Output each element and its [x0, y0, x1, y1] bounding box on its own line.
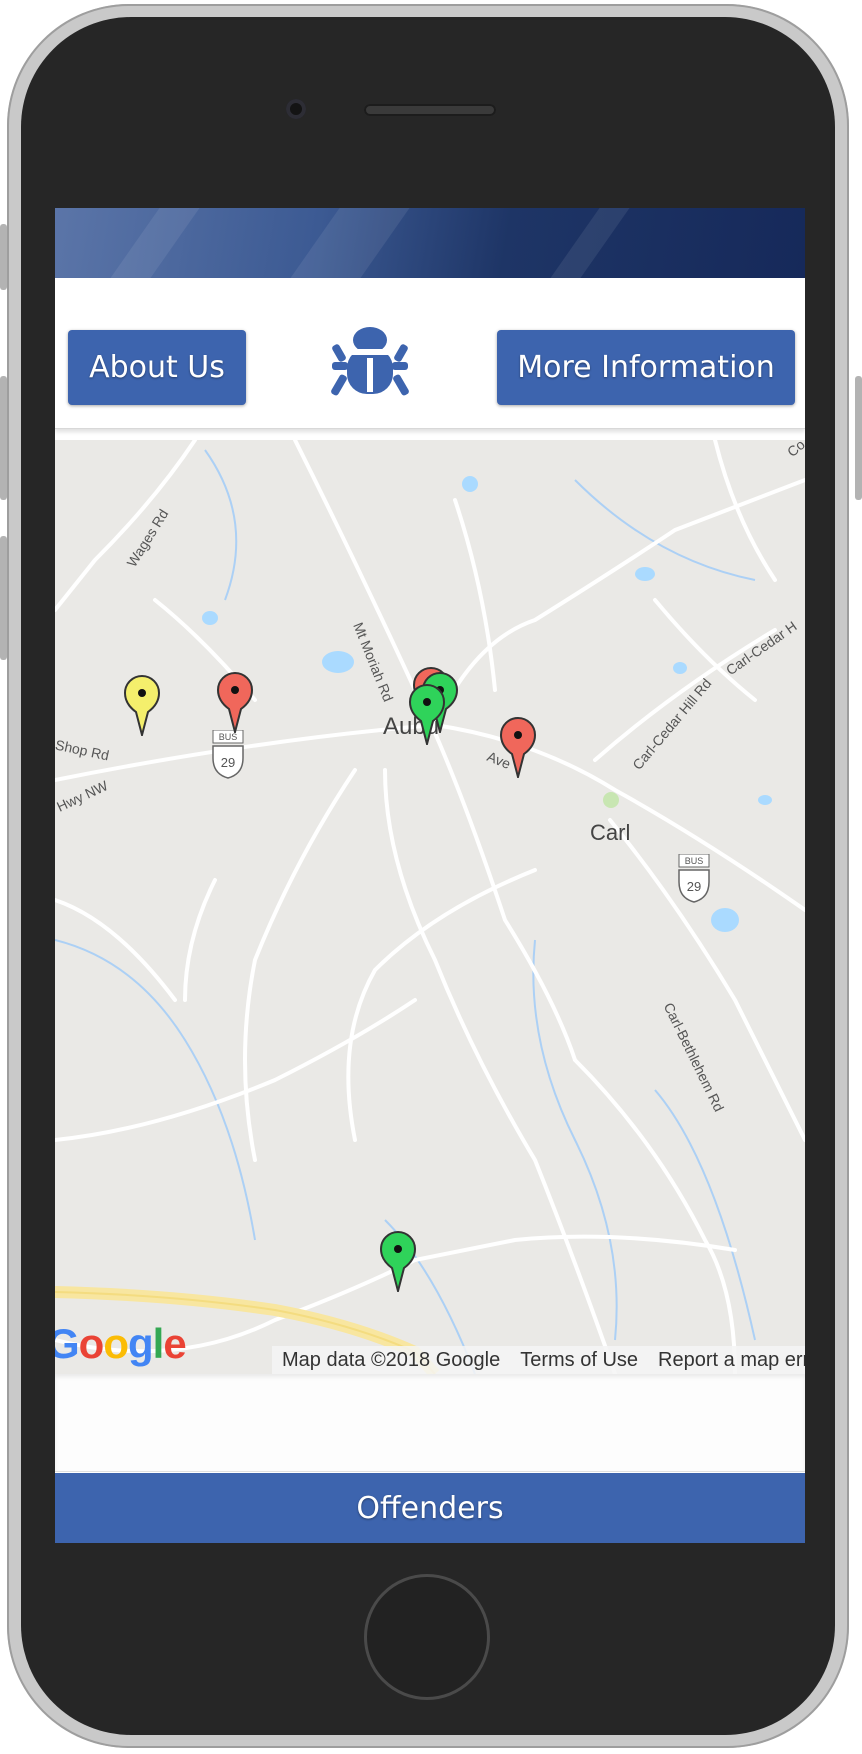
svg-text:BUS: BUS: [685, 856, 704, 866]
map-marker-red[interactable]: [499, 716, 537, 778]
front-camera: [286, 99, 306, 119]
svg-text:29: 29: [221, 755, 235, 770]
report-map-error-link[interactable]: Report a map err: [648, 1349, 805, 1372]
map-attribution: Map data ©2018 Google Terms of Use Repor…: [272, 1346, 805, 1374]
svg-text:BUS: BUS: [219, 732, 238, 742]
about-us-button[interactable]: About Us: [68, 330, 246, 405]
more-information-button[interactable]: More Information: [497, 330, 795, 405]
offenders-button[interactable]: Offenders: [55, 1473, 805, 1543]
app-screen: About Us More Information Wages Rd Mt Mo…: [55, 208, 805, 1543]
volume-down-button: [0, 536, 7, 660]
mute-switch: [0, 224, 7, 290]
map-label-carl: Carl: [590, 820, 631, 845]
svg-text:29: 29: [687, 879, 701, 894]
map-roads: [55, 440, 805, 1374]
power-button: [855, 376, 862, 500]
map-marker-yellow[interactable]: [123, 674, 161, 736]
map-marker-green[interactable]: [379, 1230, 417, 1292]
header-banner-image: [55, 208, 805, 278]
home-button[interactable]: [364, 1574, 490, 1700]
map-marker-red[interactable]: [216, 671, 254, 733]
route-29-shield-left: BUS 29: [212, 730, 244, 779]
map-data-credit: Map data ©2018 Google: [282, 1348, 501, 1371]
map-marker-green[interactable]: [408, 683, 446, 745]
map-view[interactable]: Wages Rd Mt Moriah Rd Aubu Shop Rd Hwy N…: [55, 440, 805, 1374]
content-area: [55, 1374, 805, 1472]
earpiece-speaker: [364, 104, 496, 116]
nav-bar: About Us More Information: [55, 278, 805, 429]
bug-icon[interactable]: [327, 318, 413, 408]
route-29-shield-right: BUS 29: [678, 854, 710, 903]
volume-up-button: [0, 376, 7, 500]
terms-of-use-link[interactable]: Terms of Use: [510, 1349, 648, 1372]
google-logo[interactable]: Google: [55, 1320, 187, 1368]
